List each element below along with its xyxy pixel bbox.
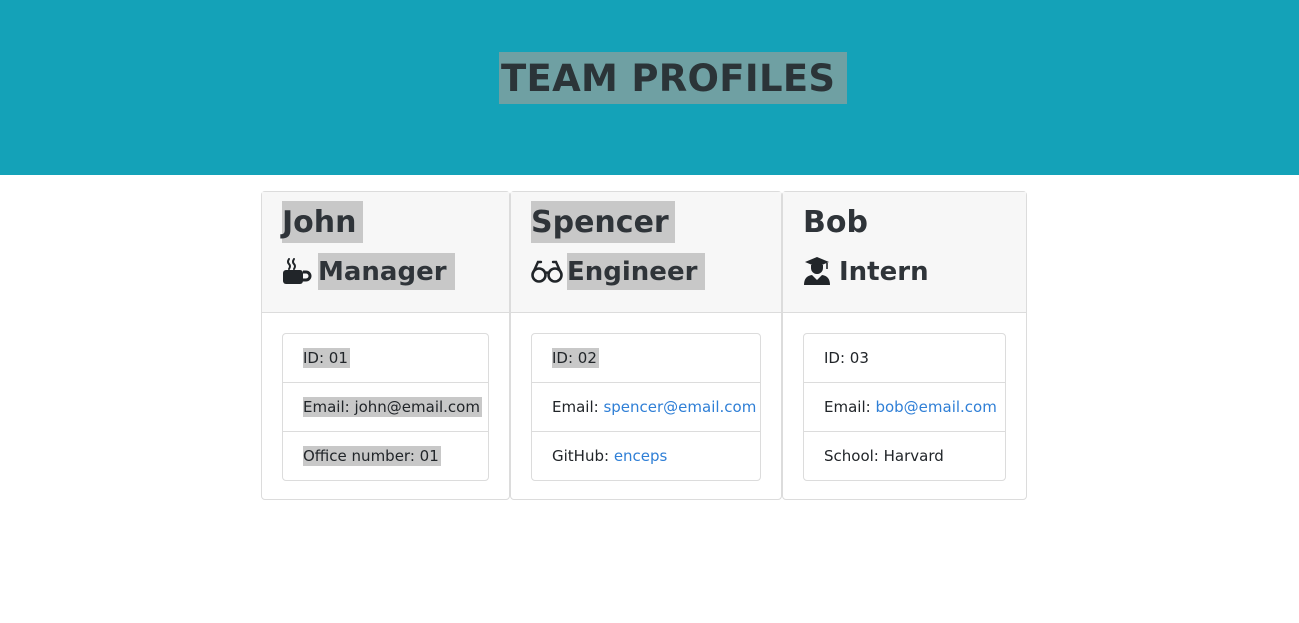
employee-name: Bob [803,205,868,240]
list-item-id: ID: 02 [532,334,760,383]
github-link[interactable]: enceps [614,447,668,465]
list-item-email: Email: john@email.com [283,383,488,432]
list-item-school: School: Harvard [804,432,1005,480]
employee-name: Spencer [531,201,675,243]
page-title: TEAM PROFILES [499,52,848,104]
role-label: Engineer [567,252,706,290]
list-item-github: GitHub: enceps [532,432,760,480]
info-list: ID: 03 Email: bob@email.com School: Harv… [803,333,1006,481]
list-item-email: Email: bob@email.com [804,383,1005,432]
email-link[interactable]: bob@email.com [875,398,996,416]
coffee-mug-icon [282,256,312,286]
employee-card-bob: Bob Intern ID: 03 Email: bob@email.com S… [782,191,1027,500]
list-item-office: Office number: 01 [283,432,488,480]
graduate-icon [803,256,833,286]
email-row: Email: spencer@email.com [552,397,758,417]
role-label: Intern [839,256,929,287]
employee-card-spencer: Spencer Engineer ID: 02 Email: spencer@e… [510,191,782,500]
info-list: ID: 01 Email: john@email.com Office numb… [282,333,489,481]
office-number: Office number: 01 [303,446,441,466]
employee-card-john: John Manager ID: 01 Email: john@email.co… [261,191,510,500]
info-list: ID: 02 Email: spencer@email.com GitHub: … [531,333,761,481]
employee-id: ID: 03 [824,349,869,367]
page-header: TEAM PROFILES [0,0,1299,175]
card-header: Spencer Engineer [511,192,781,313]
github-row: GitHub: enceps [552,446,669,466]
email-link[interactable]: spencer@email.com [603,398,756,416]
card-header: John Manager [262,192,509,313]
github-label: GitHub: [552,447,614,465]
employee-id: ID: 01 [303,348,350,368]
employee-role: Engineer [531,252,706,290]
email-label: Email: [824,398,876,416]
employee-role: Manager [282,252,455,290]
email-label: Email: [552,398,604,416]
card-header: Bob Intern [783,192,1026,313]
employee-id: ID: 02 [552,348,599,368]
list-item-email: Email: spencer@email.com [532,383,760,432]
list-item-id: ID: 03 [804,334,1005,383]
employee-name: John [282,201,363,243]
glasses-icon [531,256,563,286]
employee-email[interactable]: Email: john@email.com [303,397,482,417]
school: School: Harvard [824,447,944,465]
email-row: Email: bob@email.com [824,397,999,417]
list-item-id: ID: 01 [283,334,488,383]
role-label: Manager [318,252,455,290]
employee-role: Intern [803,252,937,290]
